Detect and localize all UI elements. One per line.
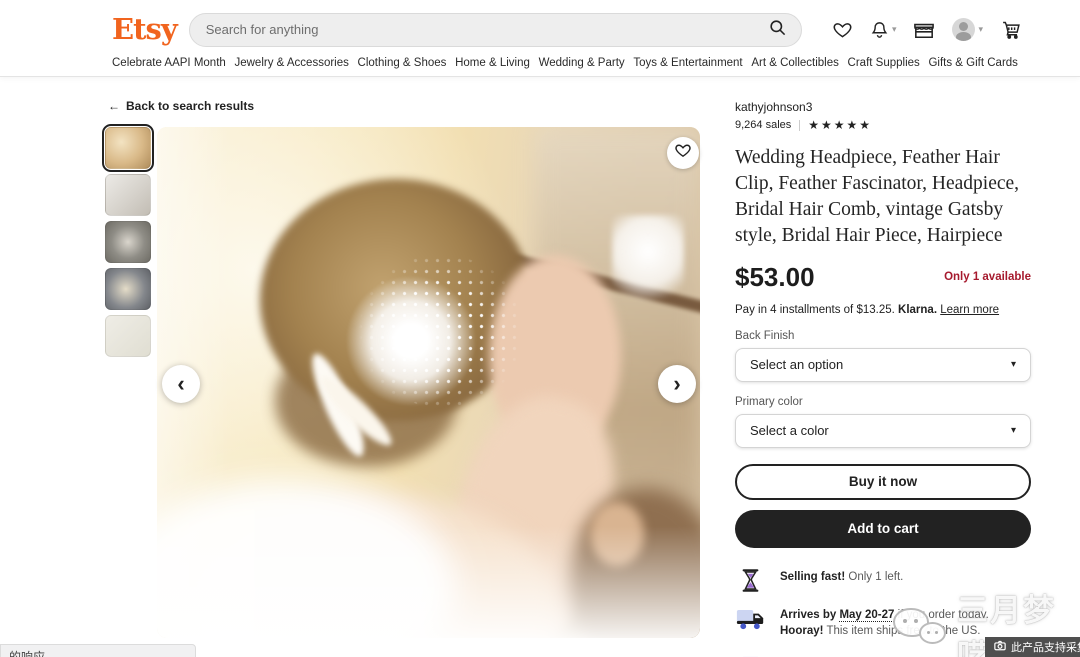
capture-plugin-badge[interactable]: 此产品支持采集	[985, 637, 1080, 657]
cart-button[interactable]	[1000, 19, 1022, 40]
nav-clothing-shoes[interactable]: Clothing & Shoes	[358, 57, 447, 69]
nav-toys-entertainment[interactable]: Toys & Entertainment	[633, 57, 742, 69]
price-row: $53.00 Only 1 available	[735, 262, 1031, 293]
chevron-right-icon: ›	[673, 373, 680, 395]
chevron-down-icon: ▾	[1011, 425, 1016, 436]
thumbnail-3[interactable]	[105, 221, 151, 263]
buy-it-now-button[interactable]: Buy it now	[735, 464, 1031, 500]
thumbnail-1-selected[interactable]	[105, 127, 151, 169]
category-nav: Celebrate AAPI Month Jewelry & Accessori…	[0, 50, 1080, 76]
installments-line: Pay in 4 installments of $13.25. Klarna.…	[735, 304, 1031, 316]
camera-icon	[994, 640, 1006, 654]
search-bar[interactable]	[189, 13, 802, 47]
avatar-icon	[952, 18, 975, 41]
back-to-search-link[interactable]: ← Back to search results	[108, 99, 254, 113]
listing-details-panel: kathyjohnson3 9,264 sales ★★★★★ Wedding …	[735, 100, 1031, 657]
nav-wedding-party[interactable]: Wedding & Party	[539, 57, 625, 69]
back-finish-select[interactable]: Select an option ▾	[735, 348, 1031, 382]
account-button[interactable]: ▾	[952, 18, 983, 41]
listing-title: Wedding Headpiece, Feather Hair Clip, Fe…	[735, 145, 1031, 249]
chevron-left-icon: ‹	[177, 373, 184, 395]
search-input[interactable]	[206, 22, 768, 37]
thumbnail-4[interactable]	[105, 268, 151, 310]
primary-color-select-value: Select a color	[750, 423, 829, 438]
photo-dress-bow	[612, 215, 684, 307]
nav-art-collectibles[interactable]: Art & Collectibles	[751, 57, 839, 69]
photo-birdcage-veil	[355, 255, 527, 407]
capture-badge-text: 此产品支持采集	[1011, 639, 1080, 655]
chevron-down-icon: ▾	[978, 24, 983, 35]
add-to-cart-button[interactable]: Add to cart	[735, 510, 1031, 548]
urgency-text: Selling fast! Only 1 left.	[780, 569, 903, 585]
top-bar: Etsy	[0, 0, 1080, 50]
heart-outline-icon	[674, 142, 692, 164]
search-icon[interactable]	[768, 18, 787, 42]
nav-home-living[interactable]: Home & Living	[455, 57, 530, 69]
arrives-date-link[interactable]: May 20-27	[839, 609, 894, 622]
notifications-button[interactable]: ▾	[870, 20, 897, 40]
sales-count: 9,264 sales	[735, 119, 791, 131]
heart-outline-icon	[832, 20, 853, 40]
urgency-row: Selling fast! Only 1 left.	[735, 569, 1031, 592]
header-icons: ▾ ▾	[832, 18, 1022, 41]
nav-celebrate-aapi-month[interactable]: Celebrate AAPI Month	[112, 57, 226, 69]
site-header: Etsy	[0, 0, 1080, 77]
option-label-primary-color: Primary color	[735, 396, 1031, 408]
back-link-label: Back to search results	[126, 99, 254, 113]
primary-color-select[interactable]: Select a color ▾	[735, 414, 1031, 448]
chevron-down-icon: ▾	[892, 24, 897, 35]
urgency-bold: Selling fast!	[780, 571, 845, 583]
bell-icon	[870, 20, 889, 40]
browser-status-bubble: 的响应	[0, 644, 196, 657]
shop-manager-button[interactable]	[913, 20, 935, 40]
nav-craft-supplies[interactable]: Craft Supplies	[848, 57, 920, 69]
free-shipping-text: This item ships free to the US.	[823, 625, 980, 637]
seller-name-link[interactable]: kathyjohnson3	[735, 100, 1031, 114]
nav-jewelry-accessories[interactable]: Jewelry & Accessories	[234, 57, 348, 69]
favorites-button[interactable]	[832, 20, 853, 40]
etsy-logo[interactable]: Etsy	[112, 15, 177, 44]
nav-gifts-gift-cards[interactable]: Gifts & Gift Cards	[928, 57, 1017, 69]
back-arrow-icon: ←	[108, 99, 120, 113]
hooray-bold: Hooray!	[780, 625, 823, 637]
thumbnail-list	[105, 127, 155, 362]
main-product-photo[interactable]	[157, 127, 700, 638]
arrives-prefix: Arrives by	[780, 609, 839, 621]
availability-badge: Only 1 available	[944, 271, 1031, 283]
urgency-rest: Only 1 left.	[848, 571, 903, 583]
favorite-listing-button[interactable]	[667, 137, 699, 169]
klarna-brand: Klarna.	[898, 304, 937, 316]
etsy-listing-page: Etsy	[0, 0, 1080, 657]
price: $53.00	[735, 262, 815, 293]
divider	[799, 120, 800, 131]
seller-rating-row[interactable]: 9,264 sales ★★★★★	[735, 118, 1031, 132]
next-image-button[interactable]: ›	[658, 365, 696, 403]
status-bubble-text: 的响应	[9, 650, 45, 657]
hourglass-icon	[735, 569, 765, 592]
learn-more-link[interactable]: Learn more	[940, 304, 999, 316]
shopping-cart-icon	[1000, 19, 1022, 40]
previous-image-button[interactable]: ‹	[162, 365, 200, 403]
option-label-back-finish: Back Finish	[735, 330, 1031, 342]
arrives-suffix: if you order today.	[894, 609, 988, 621]
star-rating-icon: ★★★★★	[808, 118, 872, 132]
truck-icon	[735, 607, 765, 631]
back-finish-select-value: Select an option	[750, 357, 843, 372]
storefront-icon	[913, 20, 935, 40]
shipping-row: Arrives by May 20-27 if you order today.…	[735, 607, 1031, 639]
photo-vignette	[157, 526, 700, 638]
chevron-down-icon: ▾	[1011, 359, 1016, 370]
installments-text: Pay in 4 installments of $13.25.	[735, 304, 895, 316]
shipping-text: Arrives by May 20-27 if you order today.…	[780, 607, 989, 639]
thumbnail-5[interactable]	[105, 315, 151, 357]
thumbnail-2[interactable]	[105, 174, 151, 216]
